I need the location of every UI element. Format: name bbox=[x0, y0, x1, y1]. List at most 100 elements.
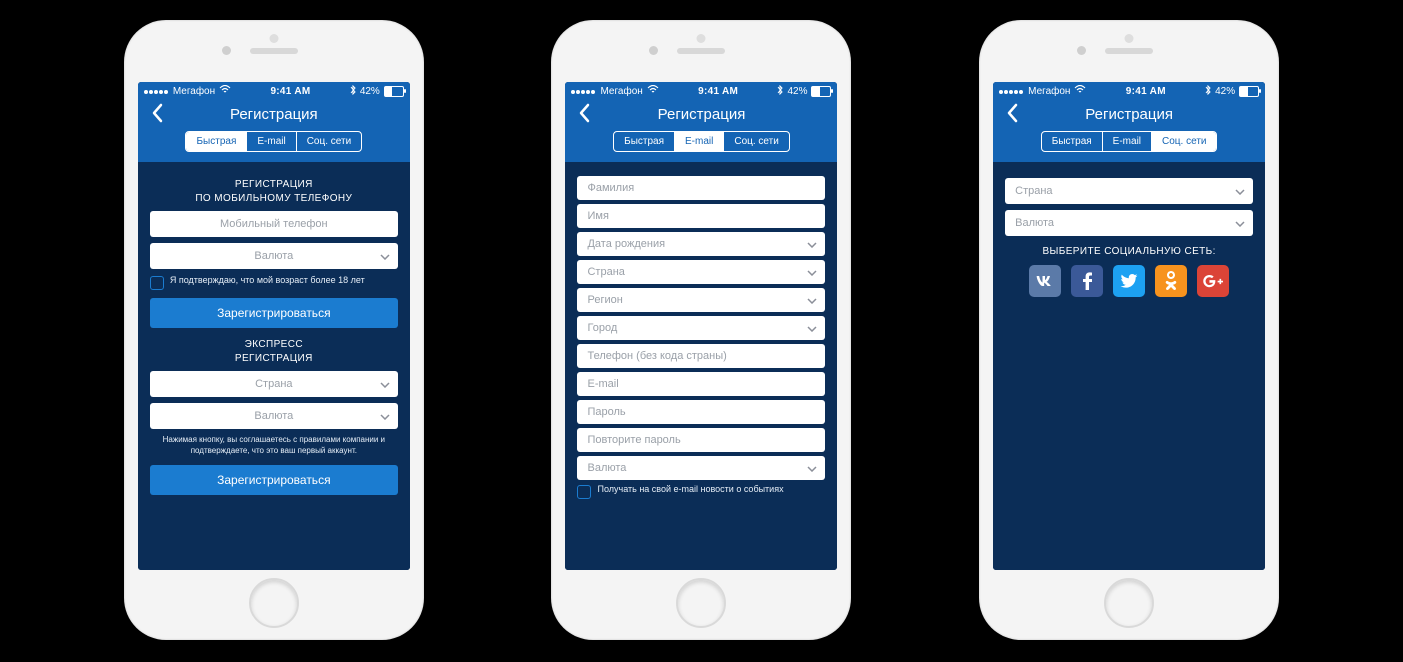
tab-fast[interactable]: Быстрая bbox=[614, 132, 675, 151]
chevron-down-icon bbox=[807, 319, 817, 337]
placeholder: Валюта bbox=[160, 410, 388, 422]
chevron-down-icon bbox=[807, 459, 817, 477]
screen-fast-registration: Мегафон 9:41 AM 42% Регистрация Быстрая bbox=[138, 82, 410, 570]
bluetooth-icon bbox=[350, 85, 356, 98]
wifi-icon bbox=[647, 85, 659, 97]
country-select[interactable]: Страна bbox=[1005, 178, 1253, 204]
age-checkbox-label: Я подтверждаю, что мой возраст более 18 … bbox=[170, 275, 365, 287]
newsletter-label: Получать на свой e-mail новости о событи… bbox=[597, 484, 783, 496]
home-button[interactable] bbox=[249, 578, 299, 628]
back-button[interactable] bbox=[573, 102, 597, 126]
social-buttons-row bbox=[1005, 265, 1253, 297]
battery-icon bbox=[1239, 86, 1259, 97]
google-plus-icon[interactable] bbox=[1197, 265, 1229, 297]
battery-icon bbox=[384, 86, 404, 97]
page-title: Регистрация bbox=[565, 106, 837, 123]
phone-mockup-2: Мегафон 9:41 AM 42% Регистрация Быстрая … bbox=[551, 20, 851, 640]
content-area: Страна Валюта ВЫБЕРИТЕ СОЦИАЛЬНУЮ СЕТЬ: bbox=[993, 162, 1265, 570]
home-button[interactable] bbox=[676, 578, 726, 628]
bluetooth-icon bbox=[1205, 85, 1211, 98]
social-heading: ВЫБЕРИТЕ СОЦИАЛЬНУЮ СЕТЬ: bbox=[1005, 246, 1253, 257]
phone-mockup-3: Мегафон 9:41 AM 42% Регистрация Быстрая … bbox=[979, 20, 1279, 640]
screen-email-registration: Мегафон 9:41 AM 42% Регистрация Быстрая … bbox=[565, 82, 837, 570]
chevron-down-icon bbox=[807, 291, 817, 309]
heading-mobile-reg: РЕГИСТРАЦИЯПО МОБИЛЬНОМУ ТЕЛЕФОНУ bbox=[150, 178, 398, 205]
carrier-label: Мегафон bbox=[600, 86, 642, 97]
facebook-icon[interactable] bbox=[1071, 265, 1103, 297]
register-button-2[interactable]: Зарегистрироваться bbox=[150, 465, 398, 495]
phone-mockup-1: Мегафон 9:41 AM 42% Регистрация Быстрая bbox=[124, 20, 424, 640]
phone-input[interactable]: Телефон (без кода страны) bbox=[577, 344, 825, 368]
chevron-down-icon bbox=[807, 263, 817, 281]
signal-icon bbox=[144, 86, 169, 97]
currency-select[interactable]: Валюта bbox=[1005, 210, 1253, 236]
nav-header: Регистрация Быстрая E-mail Соц. сети bbox=[565, 100, 837, 162]
register-button-1[interactable]: Зарегистрироваться bbox=[150, 298, 398, 328]
tab-social[interactable]: Соц. сети bbox=[297, 132, 361, 151]
email-input[interactable]: E-mail bbox=[577, 372, 825, 396]
nav-header: Регистрация Быстрая E-mail Соц. сети bbox=[138, 100, 410, 162]
password-input[interactable]: Пароль bbox=[577, 400, 825, 424]
chevron-down-icon bbox=[807, 235, 817, 253]
lastname-input[interactable]: Фамилия bbox=[577, 176, 825, 200]
page-title: Регистрация bbox=[138, 106, 410, 123]
battery-icon bbox=[811, 86, 831, 97]
country-select[interactable]: Страна bbox=[577, 260, 825, 284]
wifi-icon bbox=[219, 85, 231, 97]
signal-icon bbox=[571, 86, 596, 97]
city-select[interactable]: Город bbox=[577, 316, 825, 340]
heading-express-reg: ЭКСПРЕССРЕГИСТРАЦИЯ bbox=[150, 338, 398, 365]
firstname-input[interactable]: Имя bbox=[577, 204, 825, 228]
age-checkbox[interactable] bbox=[150, 276, 164, 290]
tabs-segmented: Быстрая E-mail Соц. сети bbox=[613, 131, 790, 152]
currency-select-2[interactable]: Валюта bbox=[150, 403, 398, 429]
tab-email[interactable]: E-mail bbox=[247, 132, 296, 151]
placeholder: Страна bbox=[160, 378, 388, 390]
chevron-down-icon bbox=[380, 247, 390, 265]
age-confirm-row: Я подтверждаю, что мой возраст более 18 … bbox=[150, 275, 398, 290]
vk-icon[interactable] bbox=[1029, 265, 1061, 297]
tab-social[interactable]: Соц. сети bbox=[724, 132, 788, 151]
password-confirm-input[interactable]: Повторите пароль bbox=[577, 428, 825, 452]
chevron-down-icon bbox=[1235, 214, 1245, 232]
tab-email[interactable]: E-mail bbox=[1103, 132, 1152, 151]
placeholder: Валюта bbox=[160, 250, 388, 262]
phone-input[interactable]: Мобильный телефон bbox=[150, 211, 398, 237]
tab-email[interactable]: E-mail bbox=[675, 132, 724, 151]
battery-percent: 42% bbox=[1215, 86, 1235, 97]
nav-header: Регистрация Быстрая E-mail Соц. сети bbox=[993, 100, 1265, 162]
newsletter-checkbox[interactable] bbox=[577, 485, 591, 499]
content-area: РЕГИСТРАЦИЯПО МОБИЛЬНОМУ ТЕЛЕФОНУ Мобиль… bbox=[138, 162, 410, 570]
currency-select[interactable]: Валюта bbox=[577, 456, 825, 480]
wifi-icon bbox=[1074, 85, 1086, 97]
chevron-down-icon bbox=[380, 375, 390, 393]
odnoklassniki-icon[interactable] bbox=[1155, 265, 1187, 297]
chevron-down-icon bbox=[1235, 182, 1245, 200]
tab-fast[interactable]: Быстрая bbox=[186, 132, 247, 151]
clock: 9:41 AM bbox=[231, 86, 350, 97]
home-button[interactable] bbox=[1104, 578, 1154, 628]
tab-fast[interactable]: Быстрая bbox=[1042, 132, 1103, 151]
twitter-icon[interactable] bbox=[1113, 265, 1145, 297]
currency-select[interactable]: Валюта bbox=[150, 243, 398, 269]
screen-social-registration: Мегафон 9:41 AM 42% Регистрация Быстрая … bbox=[993, 82, 1265, 570]
back-button[interactable] bbox=[146, 102, 170, 126]
carrier-label: Мегафон bbox=[173, 86, 215, 97]
region-select[interactable]: Регион bbox=[577, 288, 825, 312]
tabs-segmented: Быстрая E-mail Соц. сети bbox=[185, 131, 362, 152]
status-bar: Мегафон 9:41 AM 42% bbox=[993, 82, 1265, 100]
page-title: Регистрация bbox=[993, 106, 1265, 123]
status-bar: Мегафон 9:41 AM 42% bbox=[138, 82, 410, 100]
battery-percent: 42% bbox=[787, 86, 807, 97]
clock: 9:41 AM bbox=[659, 86, 778, 97]
back-button[interactable] bbox=[1001, 102, 1025, 126]
battery-percent: 42% bbox=[360, 86, 380, 97]
status-bar: Мегафон 9:41 AM 42% bbox=[565, 82, 837, 100]
newsletter-row: Получать на свой e-mail новости о событи… bbox=[577, 484, 825, 499]
chevron-down-icon bbox=[380, 407, 390, 425]
clock: 9:41 AM bbox=[1086, 86, 1205, 97]
disclaimer-text: Нажимая кнопку, вы соглашаетесь с правил… bbox=[150, 435, 398, 457]
country-select[interactable]: Страна bbox=[150, 371, 398, 397]
tab-social[interactable]: Соц. сети bbox=[1152, 132, 1216, 151]
dob-select[interactable]: Дата рождения bbox=[577, 232, 825, 256]
